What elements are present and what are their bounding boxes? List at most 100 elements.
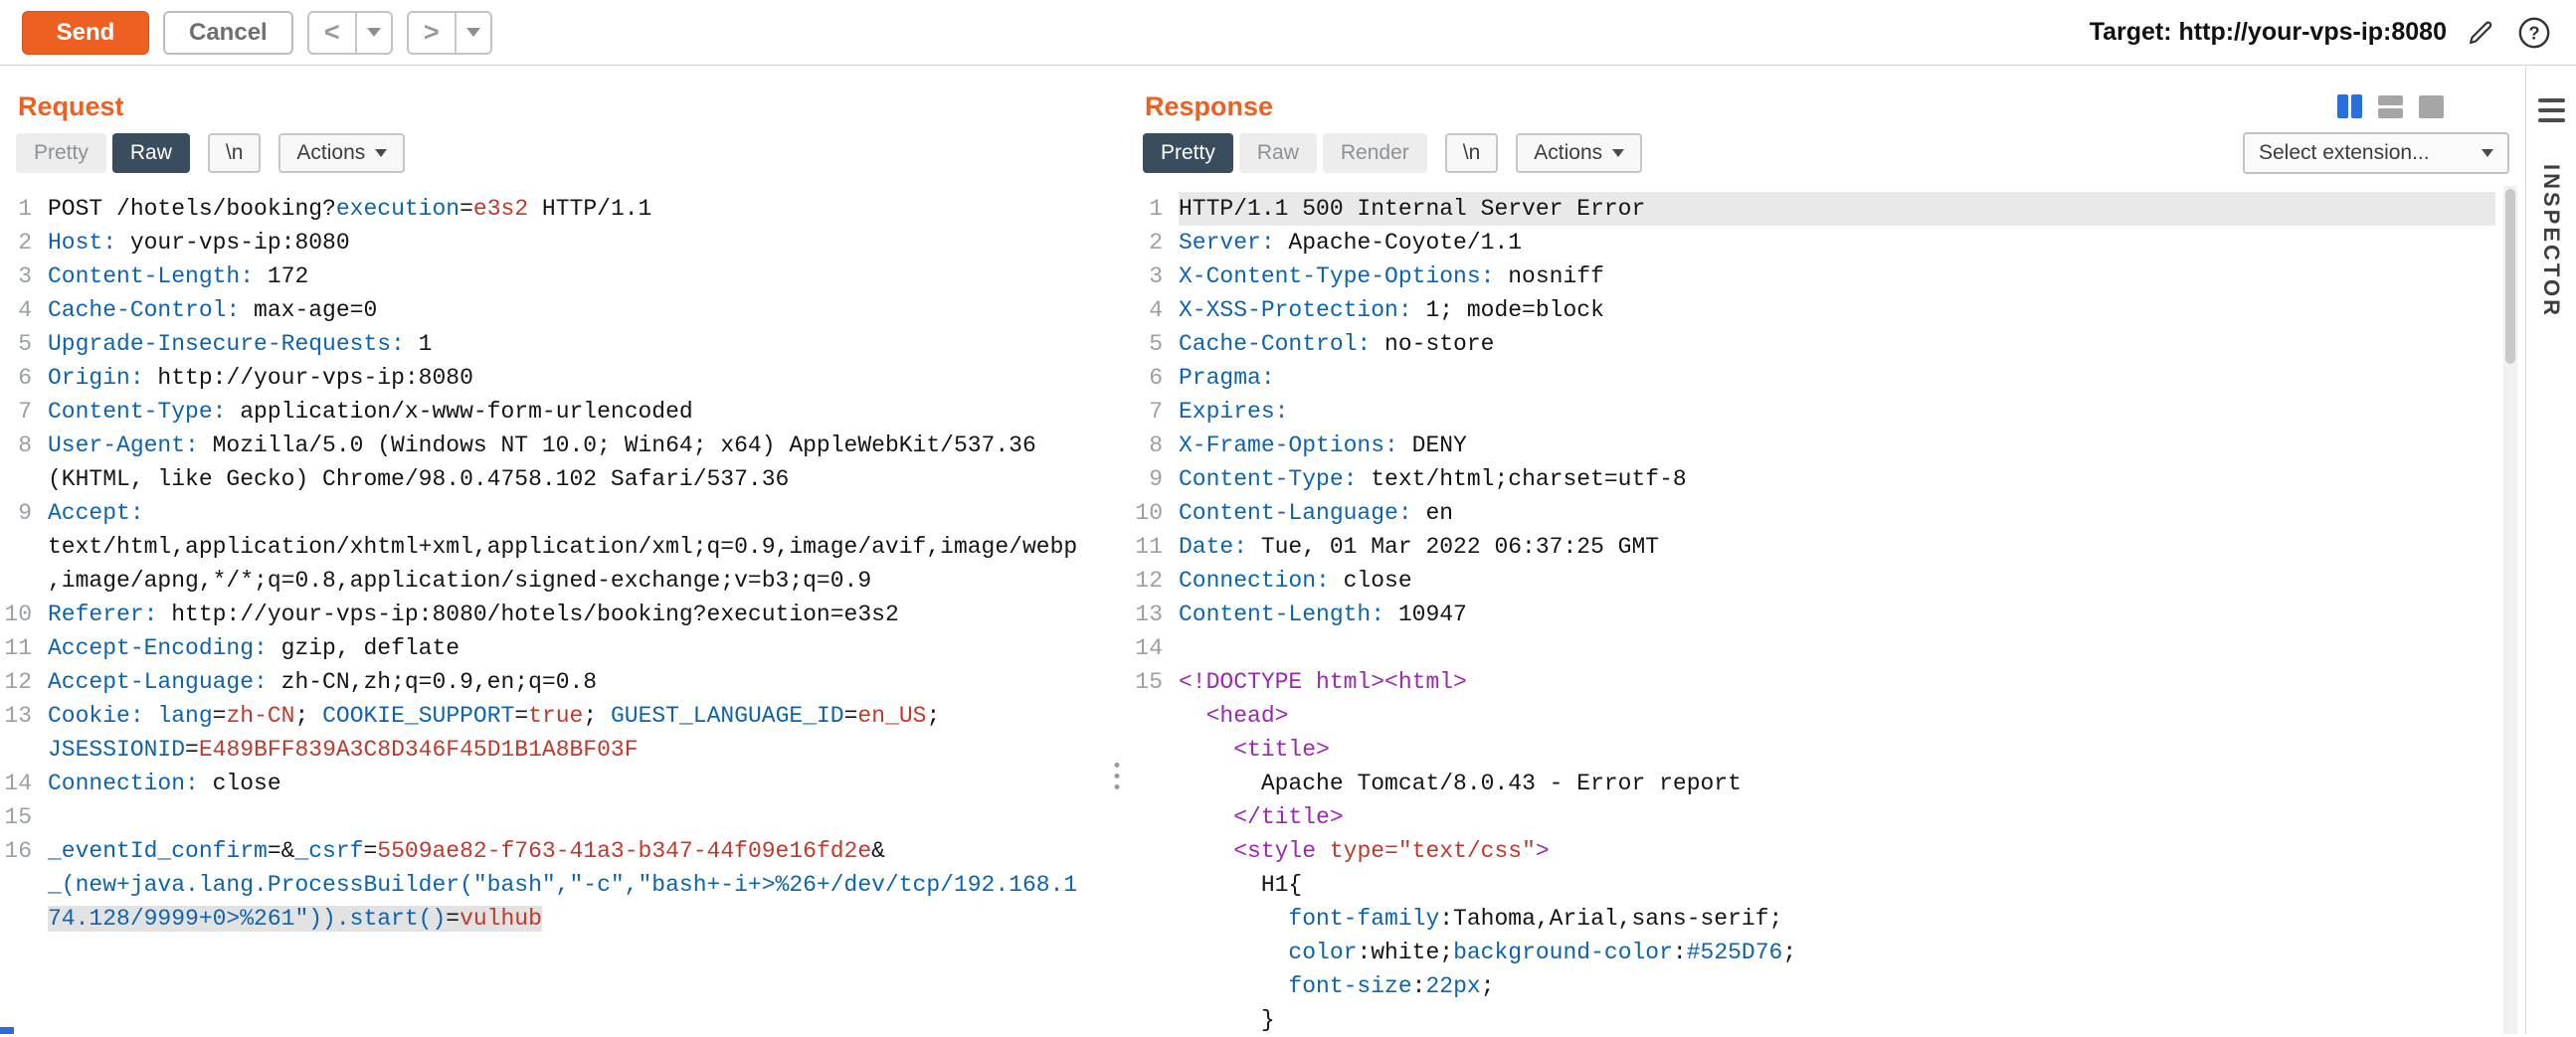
layout-columns-button[interactable] — [2335, 92, 2364, 120]
send-button[interactable]: Send — [22, 11, 149, 55]
code-line: 1HTTP/1.1 500 Internal Server Error — [1127, 192, 2495, 226]
tab-response-render[interactable]: Render — [1323, 133, 1427, 173]
code-line: 4Cache-Control: max-age=0 — [0, 293, 1107, 327]
code-line: 6Origin: http://your-vps-ip:8080 — [0, 361, 1107, 395]
code-line: 11Accept-Encoding: gzip, deflate — [0, 631, 1107, 665]
layout-single-button[interactable] — [2417, 93, 2446, 120]
code-line: 10Referer: http://your-vps-ip:8080/hotel… — [0, 598, 1107, 631]
inspector-menu-button[interactable] — [2538, 98, 2565, 122]
tab-request-raw[interactable]: Raw — [112, 133, 190, 173]
help-button[interactable]: ? — [2514, 13, 2554, 53]
code-line: 15<!DOCTYPE html><html> — [1127, 665, 2495, 699]
layout-rows-button[interactable] — [2376, 93, 2405, 120]
line-text: color:white;background-color:#525D76; — [1179, 936, 2495, 969]
newline-toggle-button[interactable]: \n — [1445, 133, 1499, 173]
line-number: 6 — [1127, 361, 1179, 395]
line-text: </title> — [1179, 800, 2495, 834]
line-number: 5 — [0, 327, 48, 361]
single-pane-icon — [2419, 95, 2444, 118]
response-actions-button[interactable]: Actions — [1516, 133, 1642, 173]
line-number: 10 — [1127, 496, 1179, 530]
actions-label: Actions — [296, 141, 365, 165]
tab-response-raw[interactable]: Raw — [1239, 133, 1317, 173]
line-text: Content-Length: 10947 — [1179, 598, 2495, 631]
line-number: 14 — [1127, 631, 1179, 665]
line-number: 11 — [0, 631, 48, 665]
line-text: X-Content-Type-Options: nosniff — [1179, 259, 2495, 293]
cancel-button[interactable]: Cancel — [163, 11, 293, 55]
code-line: 4X-XSS-Protection: 1; mode=block — [1127, 293, 2495, 327]
tab-response-pretty[interactable]: Pretty — [1143, 133, 1233, 173]
request-actions-button[interactable]: Actions — [278, 133, 405, 173]
inspector-tab[interactable]: INSPECTOR — [2538, 164, 2564, 318]
line-number: 7 — [0, 395, 48, 429]
line-text: Apache Tomcat/8.0.43 - Error report — [1179, 767, 2495, 800]
line-number: 8 — [1127, 429, 1179, 462]
line-text: User-Agent: Mozilla/5.0 (Windows NT 10.0… — [48, 429, 1084, 496]
actions-label: Actions — [1534, 141, 1602, 165]
line-text: Server: Apache-Coyote/1.1 — [1179, 226, 2495, 259]
code-line: 8User-Agent: Mozilla/5.0 (Windows NT 10.… — [0, 429, 1107, 496]
code-line: <head> — [1127, 699, 2495, 733]
forward-button[interactable]: > — [409, 13, 455, 53]
line-number: 1 — [1127, 192, 1179, 226]
pencil-icon — [2466, 18, 2495, 48]
code-line: 13Content-Length: 10947 — [1127, 598, 2495, 631]
chevron-down-icon — [367, 28, 381, 37]
request-panel: Request Pretty Raw \n Actions 1POST /hot… — [0, 67, 1107, 1034]
request-header: Request — [0, 67, 1107, 122]
code-line: 2Server: Apache-Coyote/1.1 — [1127, 226, 2495, 259]
forward-dropdown-button[interactable] — [457, 13, 490, 53]
line-text: _eventId_confirm=&_csrf=5509ae82-f763-41… — [48, 834, 1084, 936]
code-line: 3Content-Length: 172 — [0, 259, 1107, 293]
code-line: 3X-Content-Type-Options: nosniff — [1127, 259, 2495, 293]
line-text: Host: your-vps-ip:8080 — [48, 226, 1084, 259]
line-text: Accept-Encoding: gzip, deflate — [48, 631, 1084, 665]
line-number: 1 — [0, 192, 48, 226]
help-icon: ? — [2517, 16, 2551, 50]
code-line: 10Content-Language: en — [1127, 496, 2495, 530]
line-text: Content-Language: en — [1179, 496, 2495, 530]
code-line: 14Connection: close — [0, 767, 1107, 800]
history-back-group: < — [307, 11, 393, 55]
layout-switcher — [2335, 92, 2446, 120]
line-text: Connection: close — [1179, 564, 2495, 598]
line-text: font-family:Tahoma,Arial,sans-serif; — [1179, 902, 2495, 936]
line-text: Pragma: — [1179, 361, 2495, 395]
back-dropdown-button[interactable] — [357, 13, 391, 53]
inspector-strip: INSPECTOR — [2525, 67, 2576, 1034]
line-number: 13 — [0, 699, 48, 733]
line-number: 10 — [0, 598, 48, 631]
scrollbar-thumb[interactable] — [2505, 189, 2515, 364]
svg-text:?: ? — [2528, 22, 2539, 43]
line-number: 5 — [1127, 327, 1179, 361]
line-text: Content-Type: application/x-www-form-url… — [48, 395, 1084, 429]
code-line: font-size:22px; — [1127, 969, 2495, 1003]
panel-resize-handle[interactable] — [1115, 763, 1120, 789]
request-editor[interactable]: 1POST /hotels/booking?execution=e3s2 HTT… — [0, 184, 1107, 936]
back-button[interactable]: < — [309, 13, 355, 53]
line-number: 12 — [0, 665, 48, 699]
code-line: font-family:Tahoma,Arial,sans-serif; — [1127, 902, 2495, 936]
scrollbar-track[interactable] — [2503, 186, 2517, 1034]
select-extension-label: Select extension... — [2259, 141, 2430, 165]
line-number: 15 — [0, 800, 48, 834]
line-text: HTTP/1.1 500 Internal Server Error — [1179, 192, 2495, 226]
line-number: 6 — [0, 361, 48, 395]
code-line: 2Host: your-vps-ip:8080 — [0, 226, 1107, 259]
line-text: Accept-Language: zh-CN,zh;q=0.9,en;q=0.8 — [48, 665, 1084, 699]
line-text: Expires: — [1179, 395, 2495, 429]
code-line: 12Connection: close — [1127, 564, 2495, 598]
line-text: Origin: http://your-vps-ip:8080 — [48, 361, 1084, 395]
rows-icon — [2378, 108, 2403, 118]
newline-toggle-button[interactable]: \n — [208, 133, 262, 173]
tab-request-pretty[interactable]: Pretty — [16, 133, 106, 173]
hamburger-icon — [2538, 108, 2565, 112]
edit-target-button[interactable] — [2461, 13, 2500, 53]
line-text: Upgrade-Insecure-Requests: 1 — [48, 327, 1084, 361]
response-tabs: Pretty Raw Render \n Actions Select exte… — [1127, 122, 2525, 184]
chevron-down-icon — [375, 149, 387, 157]
line-number: 14 — [0, 767, 48, 800]
code-line: 13Cookie: lang=zh-CN; COOKIE_SUPPORT=tru… — [0, 699, 1107, 767]
select-extension-dropdown[interactable]: Select extension... — [2243, 132, 2509, 174]
